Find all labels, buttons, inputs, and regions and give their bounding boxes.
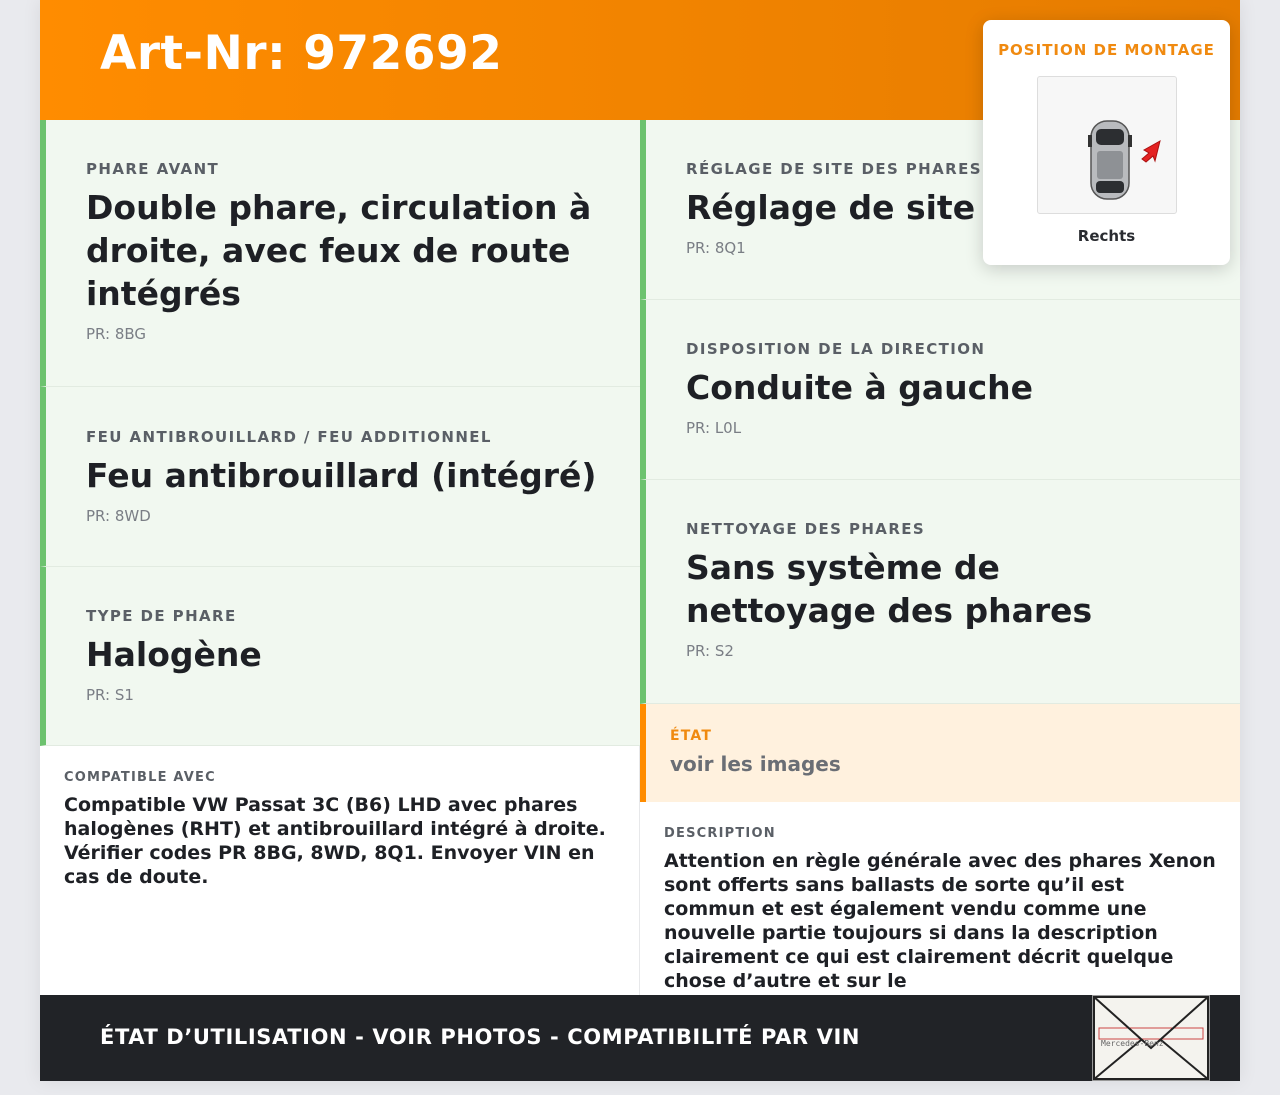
card-value: Feu antibrouillard (intégré) — [86, 456, 597, 495]
popup-side-label: Rechts — [1077, 227, 1136, 245]
car-position-image — [1037, 76, 1177, 214]
card-disposition-direction: DISPOSITION DE LA DIRECTION Conduite à g… — [640, 300, 1240, 480]
envelope-icon: Mercedes-Benz — [1092, 995, 1210, 1081]
etat-label: ÉTAT — [670, 728, 713, 744]
description-label: DESCRIPTION — [664, 826, 776, 841]
footer-bar: ÉTAT D’UTILISATION - VOIR PHOTOS - COMPA… — [40, 995, 1240, 1081]
card-value: Conduite à gauche — [686, 368, 1034, 407]
card-nettoyage-phares: NETTOYAGE DES PHARES Sans système de net… — [640, 480, 1240, 704]
compatible-text: Compatible VW Passat 3C (B6) LHD avec ph… — [64, 794, 606, 888]
card-feu-antibrouillard: FEU ANTIBROUILLARD / FEU ADDITIONNEL Feu… — [40, 387, 640, 567]
card-label: NETTOYAGE DES PHARES — [686, 520, 926, 538]
card-pr-code: PR: S1 — [86, 686, 134, 704]
card-phare-avant: PHARE AVANT Double phare, circulation à … — [40, 120, 640, 387]
car-top-view-icon — [1088, 120, 1161, 200]
card-value: Sans système de nettoyage des phares — [686, 548, 1093, 630]
etat-section: ÉTAT voir les images — [640, 704, 1240, 802]
left-column: PHARE AVANT Double phare, circulation à … — [40, 120, 640, 995]
card-label: TYPE DE PHARE — [86, 607, 237, 625]
card-label: DISPOSITION DE LA DIRECTION — [686, 340, 986, 358]
stamp-text: Mercedes-Benz — [1101, 1039, 1164, 1048]
card-value: Halogène — [86, 635, 262, 674]
compatible-label: COMPATIBLE AVEC — [64, 770, 216, 785]
card-pr-code: PR: L0L — [686, 419, 742, 437]
compatible-section: COMPATIBLE AVEC Compatible VW Passat 3C … — [40, 746, 640, 995]
card-pr-code: PR: S2 — [686, 642, 734, 660]
column-divider — [639, 746, 640, 995]
card-label: PHARE AVANT — [86, 160, 220, 178]
card-pr-code: PR: 8WD — [86, 507, 151, 525]
description-text: Attention en règle générale avec des pha… — [664, 850, 1216, 992]
card-label: FEU ANTIBROUILLARD / FEU ADDITIONNEL — [86, 428, 492, 446]
description-section: DESCRIPTION Attention en règle générale … — [640, 802, 1240, 995]
envelope-stamp-image: Mercedes-Benz — [1092, 995, 1210, 1081]
article-number: Art-Nr: 972692 — [100, 26, 503, 81]
card-pr-code: PR: 8BG — [86, 325, 147, 343]
card-type-de-phare: TYPE DE PHARE Halogène PR: S1 — [40, 567, 640, 746]
footer-text: ÉTAT D’UTILISATION - VOIR PHOTOS - COMPA… — [100, 1025, 861, 1049]
mounting-position-popup: POSITION DE MONTAGE Rechts — [983, 20, 1230, 265]
popup-title: POSITION DE MONTAGE — [998, 41, 1215, 59]
etat-text: voir les images — [670, 752, 841, 776]
card-value: Double phare, circulation à droite, avec… — [86, 188, 592, 313]
